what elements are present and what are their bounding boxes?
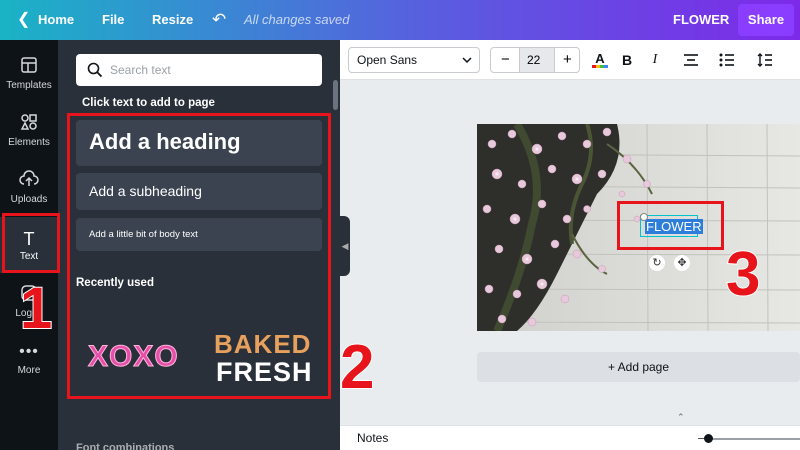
font-family-value: Open Sans	[357, 53, 418, 67]
nav-label: Elements	[8, 137, 50, 148]
home-button[interactable]: Home	[38, 0, 74, 40]
annotation-number-1: 1	[19, 275, 53, 342]
top-bar: ❮ Home File Resize ↶ All changes saved F…	[0, 0, 800, 40]
rotate-icon[interactable]: ↻	[649, 255, 665, 271]
share-button[interactable]: Share	[738, 4, 794, 36]
zoom-slider[interactable]	[712, 438, 800, 440]
svg-text:A: A	[595, 51, 605, 66]
nav-label: More	[17, 365, 41, 376]
annotation-number-3: 3	[725, 239, 762, 310]
chevron-up-icon[interactable]: ⌃	[677, 412, 685, 423]
search-placeholder: Search text	[110, 63, 171, 77]
add-page-button[interactable]: + Add page	[477, 352, 800, 382]
nav-label: Uploads	[10, 194, 48, 205]
nav-elements[interactable]: Elements	[0, 103, 58, 159]
align-center-icon[interactable]	[680, 40, 702, 80]
annotation-box-1	[2, 213, 60, 273]
font-combinations-heading: Font combinations	[76, 442, 175, 450]
annotation-number-2: 2	[339, 332, 376, 403]
notes-button[interactable]: Notes	[357, 426, 388, 450]
chevron-down-icon	[462, 57, 472, 64]
font-size-stepper: − 22 +	[490, 47, 580, 73]
text-color-button[interactable]: A	[590, 40, 610, 80]
uploads-icon	[0, 170, 58, 194]
design-title[interactable]: FLOWER	[673, 0, 729, 40]
templates-icon	[0, 56, 58, 80]
text-toolbar: Open Sans − 22 + A B I	[340, 40, 800, 80]
bottom-bar: Notes	[340, 425, 800, 450]
annotation-box-3	[617, 201, 724, 250]
decrease-size-button[interactable]: −	[501, 48, 510, 72]
increase-size-button[interactable]: +	[563, 48, 572, 72]
italic-icon[interactable]: I	[646, 40, 664, 80]
undo-icon[interactable]: ↶	[212, 0, 226, 40]
nav-label: Templates	[6, 80, 52, 91]
panel-hint: Click text to add to page	[82, 97, 215, 109]
search-icon	[87, 62, 103, 78]
list-icon[interactable]	[716, 40, 738, 80]
font-family-select[interactable]: Open Sans	[348, 47, 480, 73]
collapse-panel-handle[interactable]: ◀	[340, 216, 350, 276]
elements-icon	[0, 113, 58, 137]
nav-templates[interactable]: Templates	[0, 46, 58, 102]
save-status: All changes saved	[244, 12, 350, 27]
font-size-input[interactable]: 22	[527, 48, 540, 72]
search-input[interactable]: Search text	[76, 54, 322, 86]
resize-button[interactable]: Resize	[152, 0, 193, 40]
text-color-icon: A	[592, 51, 608, 68]
move-icon[interactable]: ✥	[674, 255, 690, 271]
file-menu[interactable]: File	[102, 0, 124, 40]
panel-scrollbar[interactable]	[333, 80, 338, 110]
spacing-icon[interactable]	[754, 40, 776, 80]
chevron-left-icon[interactable]: ❮	[17, 0, 30, 40]
nav-uploads[interactable]: Uploads	[0, 160, 58, 216]
bold-icon[interactable]: B	[618, 40, 636, 80]
zoom-slider-handle[interactable]	[704, 434, 713, 443]
annotation-box-2	[67, 113, 331, 399]
